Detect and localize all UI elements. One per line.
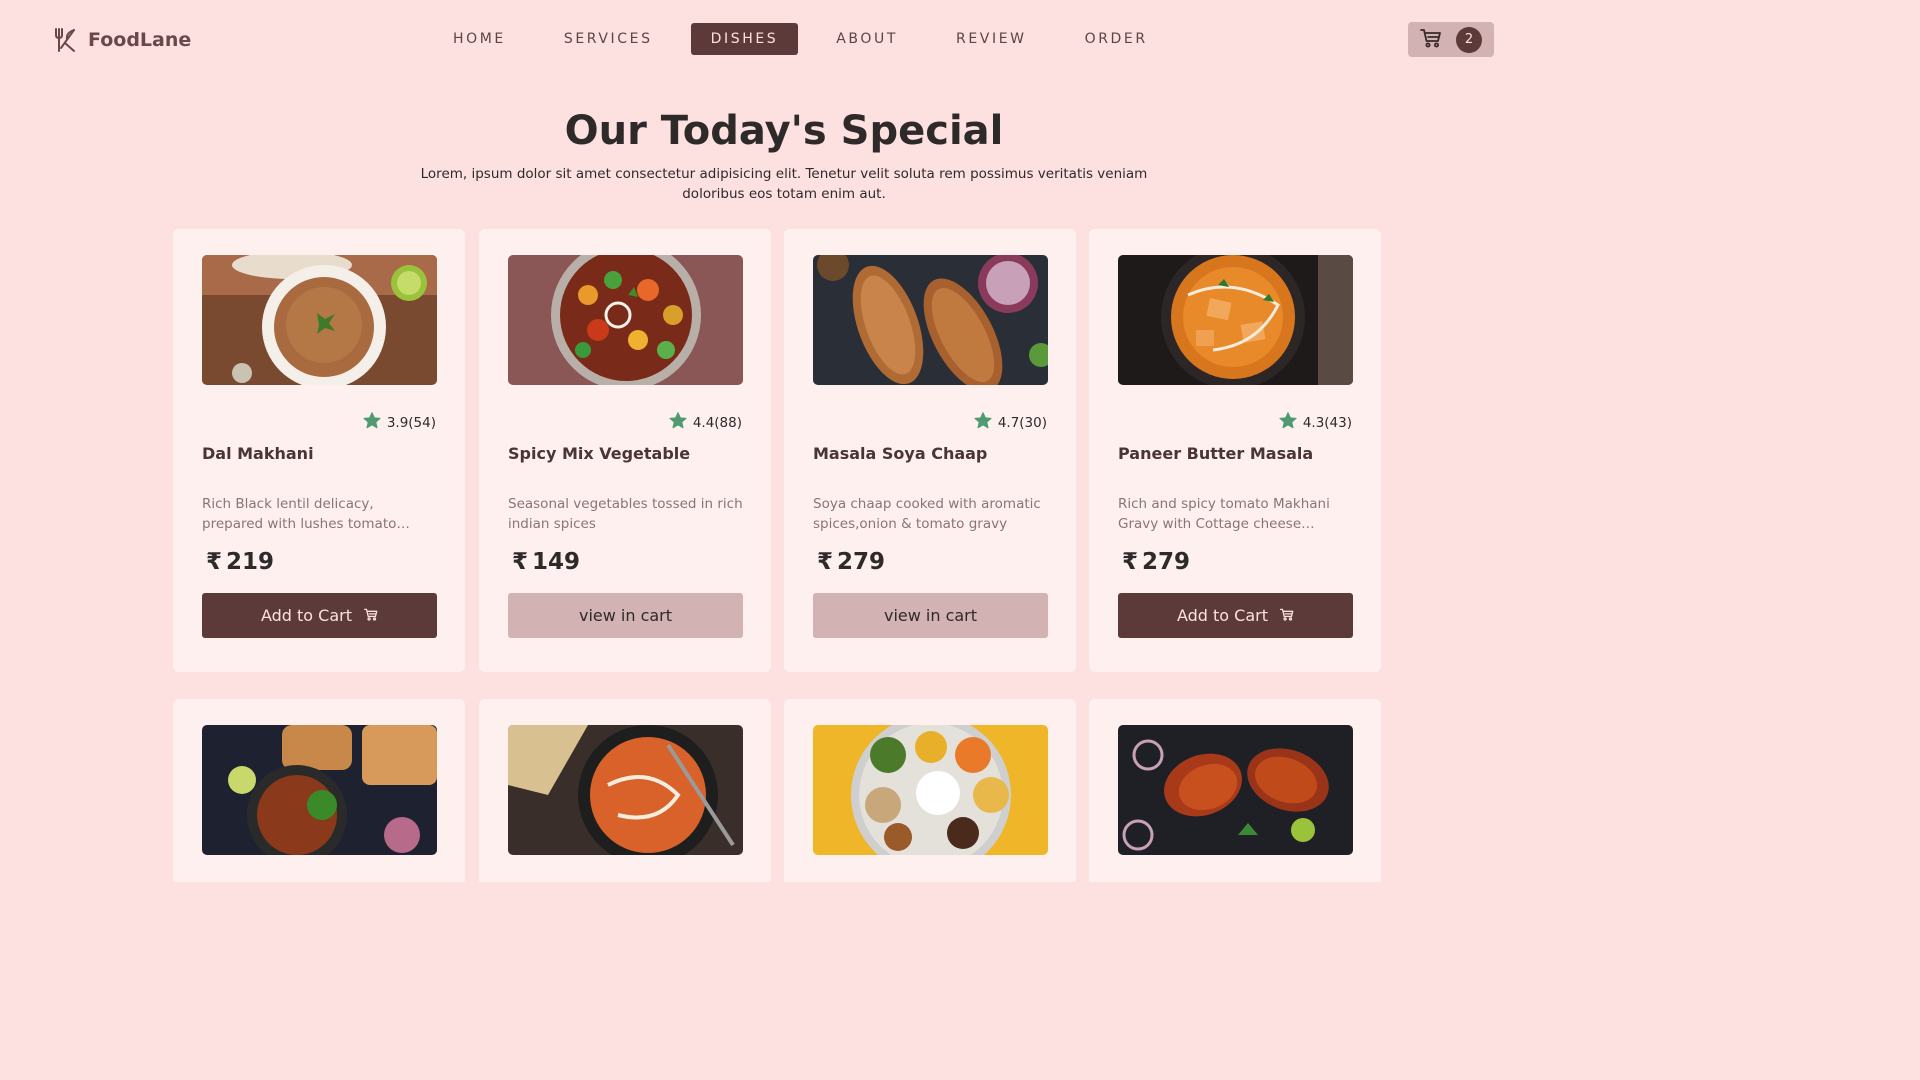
nav-home[interactable]: HOME: [433, 23, 526, 55]
dish-card: 4.7(30) Masala Soya Chaap Soya chaap coo…: [784, 229, 1076, 672]
rating-value: 4.3(43): [1302, 414, 1352, 431]
dish-card: 4.4(88) Spicy Mix Vegetable Seasonal veg…: [479, 229, 771, 672]
dish-price: ₹ 279: [1122, 549, 1190, 575]
dish-description: Rich Black lentil delicacy, prepared wit…: [202, 496, 397, 532]
price-value: 279: [837, 549, 886, 575]
dish-card: [479, 699, 771, 882]
nav-menu: HOME SERVICES DISHES ABOUT REVIEW ORDER: [433, 22, 1186, 56]
rupee-symbol: ₹: [206, 549, 223, 575]
dish-image-thali: [813, 725, 1048, 855]
brand-logo[interactable]: FoodLane: [52, 26, 191, 54]
price-value: 149: [532, 549, 581, 575]
nav-review[interactable]: REVIEW: [936, 23, 1047, 55]
price-value: 279: [1142, 549, 1191, 575]
dish-description: Seasonal vegetables tossed in rich india…: [508, 496, 743, 532]
dish-image-dal-makhani: [202, 255, 437, 385]
dish-price: ₹ 149: [512, 549, 580, 575]
dish-image-tandoori-chicken: [1118, 725, 1353, 855]
star-icon: [974, 412, 992, 433]
price-value: 219: [226, 549, 275, 575]
dish-price: ₹ 219: [206, 549, 274, 575]
dish-image-pav-bhaji: [202, 725, 437, 855]
view-in-cart-button[interactable]: view in cart: [508, 593, 743, 638]
button-label: Add to Cart: [1176, 606, 1269, 625]
dish-description: Soya chaap cooked with aromatic spices,o…: [813, 496, 1041, 532]
dish-card: [173, 699, 465, 882]
dish-image-paneer-butter-masala: [1118, 255, 1353, 385]
dish-name: Paneer Butter Masala: [1118, 444, 1314, 463]
cart-count-badge: 2: [1456, 26, 1482, 53]
star-icon: [363, 412, 381, 433]
dish-description: Rich and spicy tomato Makhani Gravy with…: [1118, 496, 1330, 532]
fork-knife-icon: [52, 27, 78, 53]
star-icon: [1279, 412, 1297, 433]
dish-card: [784, 699, 1076, 882]
dish-card: [1089, 699, 1381, 882]
rupee-symbol: ₹: [512, 549, 529, 575]
cart-icon: [1280, 606, 1294, 625]
dish-rating: 4.3(43): [1279, 412, 1352, 433]
dish-rating: 4.4(88): [669, 412, 742, 433]
dish-image-masala-soya-chaap: [813, 255, 1048, 385]
dish-rating: 4.7(30): [974, 412, 1047, 433]
nav-dishes[interactable]: DISHES: [690, 23, 799, 55]
cart-button[interactable]: 2: [1408, 22, 1494, 57]
rating-value: 3.9(54): [386, 414, 436, 431]
section-description: Lorem, ipsum dolor sit amet consectetur …: [420, 166, 1148, 202]
button-label: view in cart: [578, 606, 673, 625]
nav-order[interactable]: ORDER: [1065, 23, 1168, 55]
button-label: Add to Cart: [260, 606, 353, 625]
dish-name: Masala Soya Chaap: [813, 444, 988, 463]
dish-card: 4.3(43) Paneer Butter Masala Rich and sp…: [1089, 229, 1381, 672]
rupee-symbol: ₹: [1122, 549, 1139, 575]
navbar: FoodLane HOME SERVICES DISHES ABOUT REVI…: [0, 0, 1568, 80]
view-in-cart-button[interactable]: view in cart: [813, 593, 1048, 638]
cart-icon: [1420, 28, 1442, 52]
section-title: Our Today's Special: [564, 108, 1004, 154]
add-to-cart-button[interactable]: Add to Cart: [202, 593, 437, 638]
star-icon: [669, 412, 687, 433]
rating-value: 4.4(88): [692, 414, 742, 431]
dish-name: Dal Makhani: [202, 444, 314, 463]
dish-card: 3.9(54) Dal Makhani Rich Black lentil de…: [173, 229, 465, 672]
dish-rating: 3.9(54): [363, 412, 436, 433]
nav-about[interactable]: ABOUT: [816, 23, 918, 55]
rupee-symbol: ₹: [817, 549, 834, 575]
brand-name: FoodLane: [88, 29, 192, 51]
nav-services[interactable]: SERVICES: [544, 23, 673, 55]
dish-price: ₹ 279: [817, 549, 885, 575]
cart-icon: [364, 606, 378, 625]
dish-name: Spicy Mix Vegetable: [508, 444, 691, 463]
rating-value: 4.7(30): [997, 414, 1047, 431]
dish-image-butter-chicken: [508, 725, 743, 855]
button-label: view in cart: [883, 606, 978, 625]
dish-image-spicy-mix-vegetable: [508, 255, 743, 385]
add-to-cart-button[interactable]: Add to Cart: [1118, 593, 1353, 638]
